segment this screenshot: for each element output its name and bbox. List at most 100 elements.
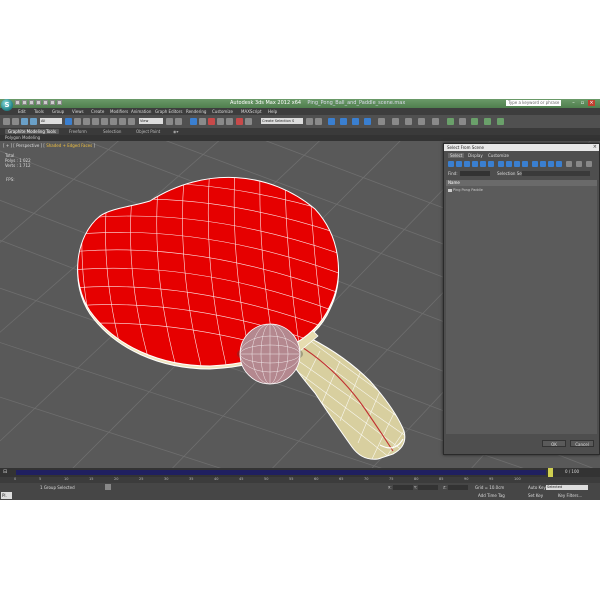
viewport-label[interactable]: [ + ] [ Perspective ] [ Shaded + Edged F… [3, 143, 95, 148]
menu-modifiers[interactable]: Modifiers [110, 109, 128, 114]
y-coordinate[interactable]: Y: [414, 485, 438, 490]
filter-containers-icon[interactable] [522, 161, 528, 167]
undo-toolbar-icon[interactable] [3, 118, 10, 125]
mirror-tool-icon[interactable] [306, 118, 313, 125]
container-icon[interactable] [471, 118, 478, 125]
material-editor-icon[interactable] [378, 118, 385, 125]
undo-icon[interactable] [36, 100, 42, 106]
select-by-name-icon[interactable] [74, 118, 81, 125]
close-icon[interactable]: × [588, 100, 595, 106]
display-none-icon[interactable] [540, 161, 546, 167]
reference-coordinate-dropdown[interactable]: View [139, 118, 163, 124]
select-object-icon[interactable] [65, 118, 72, 125]
app-logo-icon[interactable]: S [1, 99, 13, 111]
minimize-icon[interactable]: – [570, 100, 577, 106]
filter-cameras-icon[interactable] [472, 161, 478, 167]
menu-graph-editors[interactable]: Graph Editors [155, 109, 182, 114]
reference-coordinate-icon[interactable] [128, 118, 135, 125]
new-file-icon[interactable] [15, 100, 21, 106]
key-mode-dropdown[interactable]: Selected [546, 485, 588, 490]
filter-spacewarps-icon[interactable] [488, 161, 494, 167]
find-input[interactable] [460, 171, 490, 176]
redo-toolbar-icon[interactable] [12, 118, 19, 125]
timeline-expand-icon[interactable]: ⊟ [3, 469, 7, 475]
window-crossing-icon[interactable] [92, 118, 99, 125]
menu-create[interactable]: Create [91, 109, 104, 114]
named-selection-set-dropdown[interactable]: Create Selection S [261, 118, 303, 124]
scale-icon[interactable] [119, 118, 126, 125]
z-coordinate[interactable]: Z: [443, 485, 468, 490]
menu-edit[interactable]: Edit [18, 109, 26, 114]
environment-icon[interactable] [459, 118, 466, 125]
filter-xrefs-icon[interactable] [506, 161, 512, 167]
filter-lights-icon[interactable] [464, 161, 470, 167]
render-iterative-icon[interactable] [432, 118, 439, 125]
dialog-tab-select[interactable]: Select [448, 153, 465, 158]
set-key-button[interactable]: Set Key [528, 493, 543, 498]
display-invert-icon[interactable] [548, 161, 554, 167]
maxscript-listener-button[interactable]: Pl. [1, 492, 12, 499]
filter-groups-icon[interactable] [498, 161, 504, 167]
tab-selection[interactable]: Selection [100, 129, 124, 134]
menu-views[interactable]: Views [72, 109, 84, 114]
filter-bones-icon[interactable] [514, 161, 520, 167]
ok-button[interactable]: OK [542, 440, 566, 447]
dialog-close-icon[interactable]: × [593, 144, 597, 151]
list-item[interactable]: Ping Pong Paddle [448, 188, 483, 192]
mirror-icon[interactable] [236, 118, 243, 125]
percent-snap-icon[interactable] [208, 118, 215, 125]
menu-help[interactable]: Help [268, 109, 277, 114]
pivot-icon[interactable] [166, 118, 173, 125]
scene-object-list[interactable]: Ping Pong Paddle [446, 186, 597, 434]
menu-animation[interactable]: Animation [131, 109, 151, 114]
find-case-sensitive-icon[interactable] [566, 161, 572, 167]
layer-manager-icon[interactable] [328, 118, 335, 125]
filter-geometry-icon[interactable] [448, 161, 454, 167]
add-time-tag[interactable]: Add Time Tag [478, 493, 505, 498]
align-tool-icon[interactable] [315, 118, 322, 125]
menu-group[interactable]: Group [52, 109, 64, 114]
auto-key-button[interactable]: Auto Key [528, 485, 546, 490]
sync-selection-icon[interactable] [556, 161, 562, 167]
quick-access-dropdown-icon[interactable] [57, 100, 63, 106]
filter-helpers-icon[interactable] [480, 161, 486, 167]
redo-icon[interactable] [43, 100, 49, 106]
container-open-icon[interactable] [484, 118, 491, 125]
curve-editor-icon[interactable] [352, 118, 359, 125]
lock-selection-icon[interactable] [105, 484, 111, 490]
filter-dropdown-icon[interactable] [576, 161, 582, 167]
menu-maxscript[interactable]: MAXScript [241, 109, 262, 114]
tab-freeform[interactable]: Freeform [66, 129, 90, 134]
key-filters-button[interactable]: Key Filters... [558, 493, 582, 498]
x-coordinate[interactable]: X: [388, 485, 413, 490]
unlink-icon[interactable] [30, 118, 37, 125]
move-icon[interactable] [101, 118, 108, 125]
container-close-icon[interactable] [497, 118, 504, 125]
render-setup-icon[interactable] [392, 118, 399, 125]
snaps-toggle-icon[interactable] [190, 118, 197, 125]
selection-set-dropdown[interactable] [522, 171, 590, 176]
ribbon-options-icon[interactable]: ◉▾ [170, 129, 182, 134]
selection-filter-dropdown[interactable]: All [40, 118, 62, 124]
dialog-tab-display[interactable]: Display [466, 153, 485, 158]
open-file-icon[interactable] [22, 100, 28, 106]
render-production-icon[interactable] [418, 118, 425, 125]
menu-customize[interactable]: Customize [212, 109, 233, 114]
rendered-frame-icon[interactable] [405, 118, 412, 125]
polygon-modeling-panel[interactable]: Polygon Modeling [5, 135, 40, 140]
options-icon[interactable] [586, 161, 592, 167]
edit-named-selection-icon[interactable] [226, 118, 233, 125]
link-icon[interactable] [21, 118, 28, 125]
angle-snap-icon[interactable] [199, 118, 206, 125]
activeshade-icon[interactable] [447, 118, 454, 125]
time-slider-track[interactable] [16, 470, 546, 475]
maximize-icon[interactable]: ▫ [579, 100, 586, 106]
graphite-toggle-icon[interactable] [340, 118, 347, 125]
rectangular-selection-icon[interactable] [83, 118, 90, 125]
tab-object-paint[interactable]: Object Paint [133, 129, 163, 134]
select-manipulate-icon[interactable] [175, 118, 182, 125]
spinner-snap-icon[interactable] [217, 118, 224, 125]
tab-graphite-modeling-tools[interactable]: Graphite Modeling Tools [5, 129, 60, 134]
align-icon[interactable] [245, 118, 252, 125]
project-folder-icon[interactable] [50, 100, 56, 106]
